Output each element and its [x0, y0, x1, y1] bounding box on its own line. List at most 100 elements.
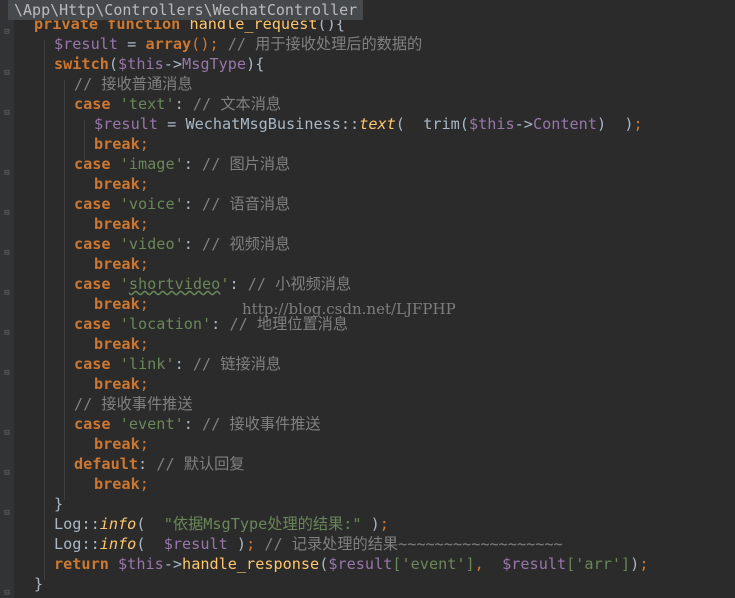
- string: 'link': [119, 355, 175, 373]
- punctuation: ;: [246, 535, 256, 553]
- punctuation: ;: [139, 435, 149, 453]
- string: 'text': [119, 95, 175, 113]
- code-line[interactable]: case 'image': // 图片消息: [74, 154, 290, 174]
- fold-icon[interactable]: ⊟: [3, 468, 11, 478]
- fold-icon[interactable]: ⊟: [3, 428, 11, 438]
- keyword: switch: [54, 55, 109, 73]
- fold-icon[interactable]: ⊟: [3, 588, 11, 598]
- punctuation: ;: [139, 375, 149, 393]
- punctuation: ,: [474, 555, 484, 573]
- code-line[interactable]: case 'event': // 接收事件推送: [74, 414, 321, 434]
- static-method: info: [99, 535, 137, 553]
- punctuation: ): [630, 555, 640, 573]
- static-method: info: [99, 515, 137, 533]
- comment: // 接收事件推送: [192, 415, 321, 433]
- code-line[interactable]: Log::info( $result ); // 记录处理的结果~~~~~~~~…: [54, 534, 563, 554]
- code-line[interactable]: }: [34, 574, 43, 594]
- fold-icon[interactable]: ⊟: [3, 68, 11, 78]
- operator: ::: [81, 535, 100, 553]
- code-line[interactable]: Log::info( "依据MsgType处理的结果:" );: [54, 514, 389, 534]
- variable: $this: [468, 115, 515, 133]
- comment: // 视频消息: [192, 235, 291, 253]
- punctuation: (: [108, 55, 119, 73]
- punctuation: ;: [139, 335, 149, 353]
- operator: ::: [340, 115, 360, 133]
- fold-icon[interactable]: ⊟: [3, 27, 11, 37]
- operator: ->: [163, 55, 183, 73]
- comment: // 接收普通消息: [74, 75, 193, 93]
- fold-icon[interactable]: ⊟: [3, 208, 11, 218]
- punctuation: ;: [379, 515, 389, 533]
- fold-icon[interactable]: ⊟: [3, 368, 11, 378]
- punctuation: (: [136, 515, 164, 533]
- keyword: array: [145, 35, 192, 53]
- keyword: break: [94, 475, 140, 493]
- variable: $result: [54, 35, 119, 53]
- code-line[interactable]: default: // 默认回复: [74, 454, 245, 474]
- code-line[interactable]: case 'shortvideo': // 小视频消息: [74, 274, 351, 294]
- punctuation: :: [174, 355, 184, 373]
- code-line[interactable]: case 'voice': // 语音消息: [74, 194, 290, 214]
- code-line[interactable]: }: [54, 494, 63, 514]
- string: ['arr']: [566, 555, 631, 573]
- string: 'image': [119, 155, 184, 173]
- comment: // 文本消息: [183, 95, 282, 113]
- punctuation: }: [34, 575, 44, 593]
- string: 'location': [119, 315, 212, 333]
- operator: =: [158, 115, 186, 133]
- code-line[interactable]: // 接收普通消息: [74, 74, 193, 94]
- code-line[interactable]: break;: [94, 334, 149, 354]
- keyword: break: [94, 375, 140, 393]
- keyword: case: [74, 95, 111, 113]
- fold-icon[interactable]: ⊟: [3, 168, 11, 178]
- punctuation: ){: [246, 55, 265, 73]
- keyword: break: [94, 215, 140, 233]
- code-line[interactable]: case 'link': // 链接消息: [74, 354, 281, 374]
- fold-icon[interactable]: ⊟: [3, 328, 11, 338]
- keyword: break: [94, 295, 140, 313]
- operator: ->: [163, 555, 183, 573]
- code-line[interactable]: break;: [94, 374, 149, 394]
- code-line[interactable]: // 接收事件推送: [74, 394, 193, 414]
- fold-icon[interactable]: ⊟: [3, 108, 11, 118]
- variable: $result: [328, 555, 393, 573]
- string: ['event']: [392, 555, 475, 573]
- punctuation: ;: [139, 175, 149, 193]
- punctuation: :: [174, 95, 184, 113]
- punctuation: (: [136, 535, 164, 553]
- string: 'voice': [119, 195, 184, 213]
- code-line[interactable]: break;: [94, 474, 149, 494]
- string: ': [119, 275, 129, 293]
- code-line[interactable]: return $this->handle_response($result['e…: [54, 554, 648, 574]
- code-editor[interactable]: ⊟ ⊟ ⊟ ⊟ ⊟ ⊟ ⊟ ⊟ ⊟ ⊟ ⊟ ⊟ ⊟ \App\Http\Cont…: [0, 0, 735, 598]
- operator: ::: [81, 515, 100, 533]
- code-line[interactable]: break;: [94, 254, 149, 274]
- code-line[interactable]: break;: [94, 134, 149, 154]
- property: MsgType: [182, 55, 247, 73]
- code-line[interactable]: break;: [94, 214, 149, 234]
- code-line[interactable]: case 'video': // 视频消息: [74, 234, 290, 254]
- code-line[interactable]: break;: [94, 174, 149, 194]
- punctuation: }: [54, 495, 64, 513]
- fold-icon[interactable]: ⊟: [3, 288, 11, 298]
- breadcrumb[interactable]: \App\Http\Controllers\WechatController: [8, 0, 364, 20]
- punctuation: :: [138, 455, 148, 473]
- punctuation: ;: [633, 115, 643, 133]
- fold-icon[interactable]: ⊟: [3, 508, 11, 518]
- property: Content: [532, 115, 597, 133]
- comment: // 链接消息: [183, 355, 282, 373]
- variable: $result: [502, 555, 567, 573]
- keyword: return: [54, 555, 109, 573]
- code-line[interactable]: $result = array(); // 用于接收处理后的数据的: [54, 34, 422, 54]
- comment: // 小视频消息: [238, 275, 352, 293]
- code-line[interactable]: case 'text': // 文本消息: [74, 94, 281, 114]
- fold-icon[interactable]: ⊟: [3, 248, 11, 258]
- code-line[interactable]: $result = WechatMsgBusiness::text( trim(…: [94, 114, 643, 134]
- comment: // 记录处理的结果~~~~~~~~~~~~~~~~~~: [255, 535, 563, 553]
- code-line[interactable]: switch($this->MsgType){: [54, 54, 264, 74]
- code-line[interactable]: break;: [94, 294, 149, 314]
- code-line[interactable]: break;: [94, 434, 149, 454]
- class-name: Log: [54, 535, 82, 553]
- static-method: text: [359, 115, 396, 133]
